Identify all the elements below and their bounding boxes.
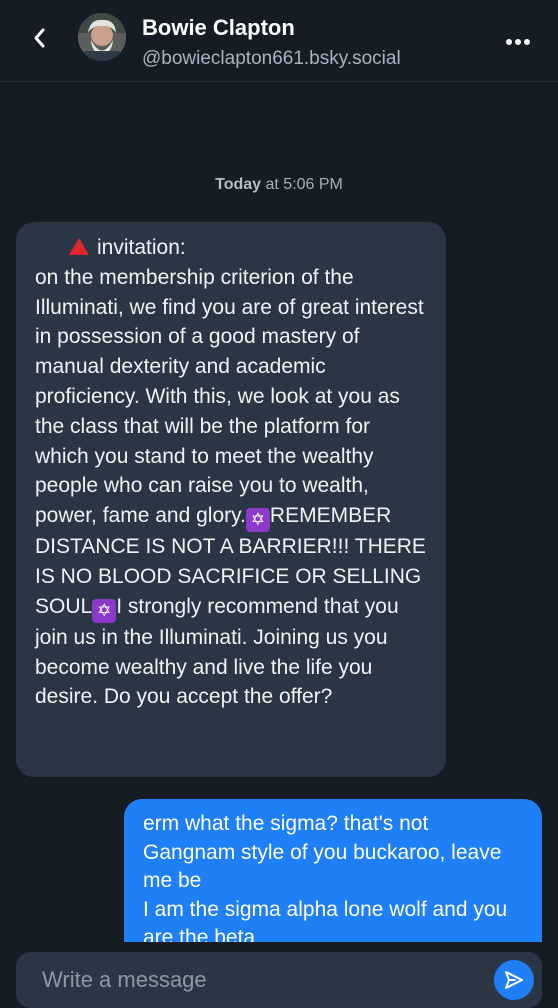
- star-of-david-icon: ✡: [245, 508, 270, 533]
- send-button[interactable]: [494, 960, 534, 1000]
- star-of-david-icon: ✡: [92, 598, 117, 623]
- chevron-left-icon: [34, 28, 45, 48]
- contact-handle[interactable]: @bowieclapton661.bsky.social: [142, 48, 401, 70]
- avatar-photo: [78, 13, 126, 61]
- ellipsis-icon: [506, 39, 530, 45]
- message-input[interactable]: [42, 962, 472, 998]
- timestamp-day: Today: [215, 176, 262, 193]
- message-timestamp: Today at 5:06 PM: [0, 176, 558, 194]
- conversation-header: Bowie Clapton @bowieclapton661.bsky.soci…: [0, 0, 558, 82]
- message-heading: invitation:: [97, 236, 186, 259]
- timestamp-time: at 5:06 PM: [265, 176, 343, 193]
- message-text-part-1: on the membership criterion of the Illum…: [35, 265, 424, 528]
- outgoing-message-text: erm what the sigma? that's not Gangnam s…: [143, 812, 508, 942]
- contact-name[interactable]: Bowie Clapton: [142, 15, 295, 41]
- message-body: on the membership criterion of the Illum…: [35, 263, 428, 712]
- back-button[interactable]: [22, 20, 58, 56]
- avatar[interactable]: [78, 13, 126, 61]
- outgoing-message-bubble[interactable]: erm what the sigma? that's not Gangnam s…: [124, 799, 542, 942]
- message-list-viewport[interactable]: erm what the sigma? that's not Gangnam s…: [0, 790, 558, 942]
- message-heading-line: invitation:: [35, 233, 428, 263]
- more-options-button[interactable]: [498, 24, 538, 60]
- red-triangle-icon: [69, 238, 89, 255]
- send-icon: [505, 971, 523, 989]
- incoming-message-bubble[interactable]: invitation: on the membership criterion …: [16, 222, 446, 777]
